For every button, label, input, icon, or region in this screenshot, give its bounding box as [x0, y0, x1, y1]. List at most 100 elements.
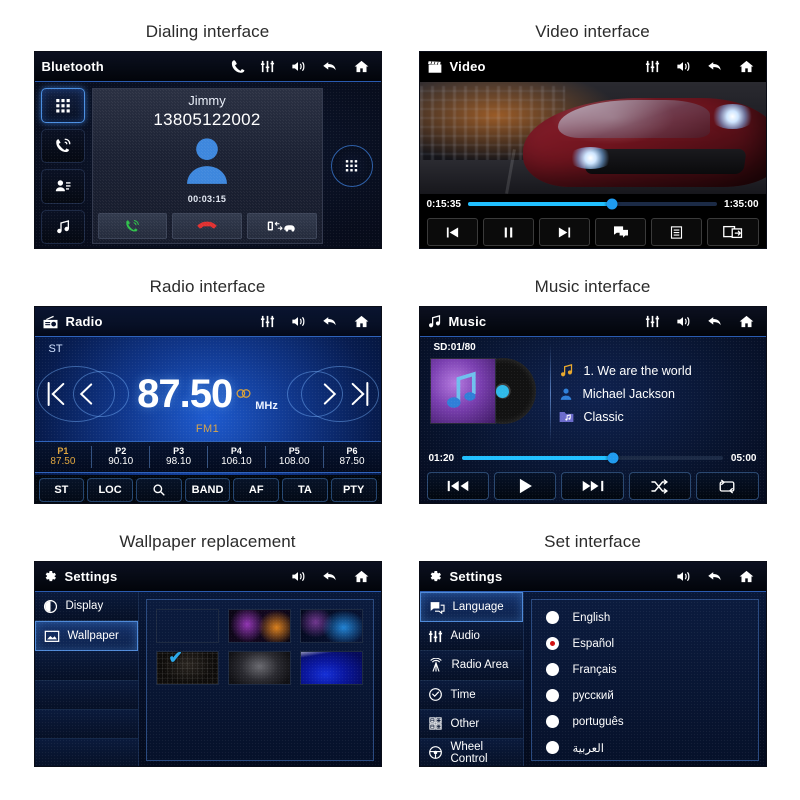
radio-button[interactable]	[545, 611, 559, 624]
radio-tab-ta[interactable]: TA	[282, 478, 328, 502]
video-next-button[interactable]	[538, 218, 591, 246]
tune-up-button[interactable]	[315, 380, 345, 408]
music-previous-button[interactable]	[426, 472, 489, 500]
equalizer-icon[interactable]	[645, 314, 660, 329]
radio-tab-band[interactable]: BAND	[184, 478, 231, 502]
end-call-button[interactable]	[172, 213, 242, 239]
back-icon[interactable]	[321, 569, 338, 584]
language-option-3[interactable]: Français	[545, 658, 758, 681]
radio-tab-st[interactable]: ST	[38, 478, 85, 502]
video-seek-bar[interactable]	[467, 198, 718, 210]
wallpaper-thumb-1[interactable]	[155, 609, 219, 643]
home-icon[interactable]	[738, 314, 755, 329]
dialpad-button[interactable]	[330, 145, 373, 187]
video-seek-knob[interactable]	[606, 198, 618, 210]
video-frame[interactable]	[419, 82, 766, 194]
sidebar-item-keypad[interactable]	[40, 88, 85, 123]
language-option-1[interactable]: English	[545, 606, 758, 629]
language-option-6[interactable]: العربية	[545, 736, 758, 759]
equalizer-icon[interactable]	[645, 59, 660, 74]
music-shuffle-button[interactable]	[628, 472, 692, 500]
music-seek-bar[interactable]	[462, 452, 723, 464]
sidebar-item-call-log[interactable]	[40, 128, 85, 163]
settings-item-other[interactable]: Other	[419, 709, 523, 739]
volume-icon[interactable]	[675, 569, 691, 584]
preset-number: P6	[346, 446, 358, 457]
radio-icon	[42, 315, 59, 329]
radio-preset-p6[interactable]: P6 87.50	[324, 446, 381, 468]
music-seek-knob[interactable]	[607, 452, 619, 464]
back-icon[interactable]	[706, 59, 723, 74]
language-label: português	[572, 715, 624, 728]
settings-item-time[interactable]: Time	[419, 680, 523, 710]
radio-preset-p3[interactable]: P3 98.10	[150, 446, 208, 468]
equalizer-icon[interactable]	[260, 314, 275, 329]
screenshot-root: Dialing interface Bluetooth Jimmy 138051…	[0, 0, 800, 800]
volume-icon[interactable]	[290, 59, 306, 74]
video-screen-share-button[interactable]	[707, 218, 759, 246]
language-option-5[interactable]: português	[545, 710, 758, 733]
answer-call-button[interactable]	[97, 213, 168, 239]
wallpaper-thumb-5[interactable]	[227, 651, 292, 685]
transfer-audio-button[interactable]	[246, 213, 317, 239]
radio-button[interactable]	[545, 663, 559, 676]
video-playlist-button[interactable]	[651, 218, 703, 246]
video-pause-button[interactable]	[482, 218, 534, 246]
radio-preset-p1[interactable]: P1 87.50	[35, 446, 93, 468]
radio-preset-p2[interactable]: P2 90.10	[92, 446, 151, 468]
volume-icon[interactable]	[290, 314, 306, 329]
sidebar-item-contacts[interactable]	[40, 169, 85, 204]
tune-down-button[interactable]	[71, 380, 101, 408]
radio-preset-p4[interactable]: P4 106.10	[208, 446, 266, 468]
back-icon[interactable]	[706, 314, 723, 329]
wallpaper-thumb-3[interactable]	[300, 609, 364, 643]
preset-number: P5	[288, 446, 300, 457]
settings-item-audio[interactable]: Audio	[419, 622, 523, 652]
music-next-button[interactable]	[561, 472, 624, 500]
back-icon[interactable]	[321, 314, 338, 329]
wallpaper-thumb-6[interactable]	[300, 651, 364, 685]
equalizer-icon[interactable]	[260, 59, 275, 74]
back-icon[interactable]	[321, 59, 338, 74]
radio-search-button[interactable]	[135, 478, 182, 502]
radio-tab-af[interactable]: AF	[233, 478, 280, 502]
radio-button[interactable]	[545, 715, 559, 728]
volume-icon[interactable]	[290, 569, 306, 584]
radio-button[interactable]	[545, 637, 559, 650]
volume-icon[interactable]	[675, 314, 691, 329]
settings-item-radio-area[interactable]: Radio Area	[419, 651, 523, 681]
dialing-screen: Bluetooth Jimmy 13805122002 00:03:15	[33, 51, 382, 249]
language-option-2[interactable]: Español	[545, 632, 758, 655]
home-icon[interactable]	[353, 59, 370, 74]
settings-item-language[interactable]: Language	[419, 592, 523, 623]
music-play-button[interactable]	[493, 472, 557, 500]
home-icon[interactable]	[353, 314, 370, 329]
home-icon[interactable]	[738, 59, 755, 74]
video-previous-button[interactable]	[426, 218, 478, 246]
wallpaper-thumb-4[interactable]	[155, 651, 219, 685]
seek-up-button[interactable]	[345, 379, 375, 409]
language-option-4[interactable]: русский	[545, 684, 758, 707]
home-icon[interactable]	[353, 569, 370, 584]
radio-button[interactable]	[545, 689, 559, 702]
radio-button[interactable]	[545, 741, 559, 754]
video-subtitle-button[interactable]	[595, 218, 647, 246]
settings-item-wallpaper[interactable]: Wallpaper	[34, 621, 138, 652]
preset-frequency: 108.00	[278, 456, 310, 468]
radio-tab-pty[interactable]: PTY	[330, 478, 377, 502]
settings-item-display[interactable]: Display	[34, 592, 138, 622]
music-repeat-button[interactable]	[696, 472, 759, 500]
seek-down-button[interactable]	[41, 379, 71, 409]
music-titlebar: Music	[419, 307, 766, 337]
home-icon[interactable]	[738, 569, 755, 584]
back-icon[interactable]	[706, 569, 723, 584]
call-card: Jimmy 13805122002 00:03:15	[91, 88, 323, 244]
radio-tab-loc[interactable]: LOC	[87, 478, 133, 502]
radio-preset-p5[interactable]: P5 108.00	[266, 446, 324, 468]
settings-item-wheel-control[interactable]: Wheel Control	[419, 738, 523, 766]
music-source-label: SD:01/80	[433, 342, 476, 353]
volume-icon[interactable]	[675, 59, 691, 74]
wallpaper-thumb-2[interactable]	[227, 609, 292, 643]
sidebar-item-music[interactable]	[40, 209, 85, 244]
phone-icon[interactable]	[230, 59, 245, 74]
